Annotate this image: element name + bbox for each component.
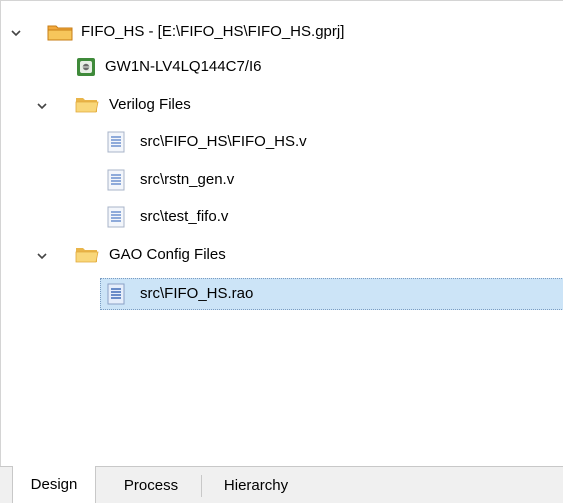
tab-process-label: Process (123, 477, 179, 494)
tab-divider (201, 475, 202, 497)
chevron-down-icon[interactable] (9, 26, 23, 40)
file-label: src\test_fifo.v (140, 208, 229, 225)
tab-process[interactable]: Process (104, 467, 198, 503)
tab-design-label: Design (30, 476, 78, 493)
chip-icon (76, 57, 96, 81)
gao-folder-label: GAO Config Files (109, 246, 226, 263)
tab-hierarchy-label: Hierarchy (223, 477, 289, 494)
file-label: src\FIFO_HS\FIFO_HS.v (140, 133, 307, 150)
tree-item-project[interactable]: FIFO_HS - [E:\FIFO_HS\FIFO_HS.gprj] (47, 18, 557, 46)
tab-design[interactable]: Design (12, 466, 96, 503)
file-label: src\rstn_gen.v (140, 171, 235, 188)
folder-icon (75, 96, 99, 118)
folder-icon (75, 246, 99, 268)
tree-item-file[interactable]: src\FIFO_HS\FIFO_HS.v (107, 128, 557, 156)
panel-tab-bar: Design Process Hierarchy (0, 466, 563, 503)
verilog-folder-label: Verilog Files (109, 96, 191, 113)
tree-item-file[interactable]: src\test_fifo.v (107, 203, 557, 231)
project-label: FIFO_HS - [E:\FIFO_HS\FIFO_HS.gprj] (81, 23, 345, 40)
file-icon (107, 169, 125, 195)
tree-item-verilog-folder[interactable]: Verilog Files (75, 91, 555, 119)
device-label: GW1N-LV4LQ144C7/I6 (105, 58, 262, 75)
design-tree-panel: FIFO_HS - [E:\FIFO_HS\FIFO_HS.gprj] GW1N… (0, 0, 563, 466)
chevron-down-icon[interactable] (35, 99, 49, 113)
rao-file-icon (107, 283, 125, 309)
chevron-down-icon[interactable] (35, 249, 49, 263)
file-icon (107, 131, 125, 157)
tree-item-file-selected[interactable]: src\FIFO_HS.rao (107, 280, 557, 308)
tree-item-gao-folder[interactable]: GAO Config Files (75, 241, 555, 269)
file-icon (107, 206, 125, 232)
project-folder-icon (47, 23, 73, 45)
tab-hierarchy[interactable]: Hierarchy (206, 467, 306, 503)
tree-item-device[interactable]: GW1N-LV4LQ144C7/I6 (76, 53, 556, 81)
tree-item-file[interactable]: src\rstn_gen.v (107, 166, 557, 194)
file-label: src\FIFO_HS.rao (140, 285, 254, 302)
